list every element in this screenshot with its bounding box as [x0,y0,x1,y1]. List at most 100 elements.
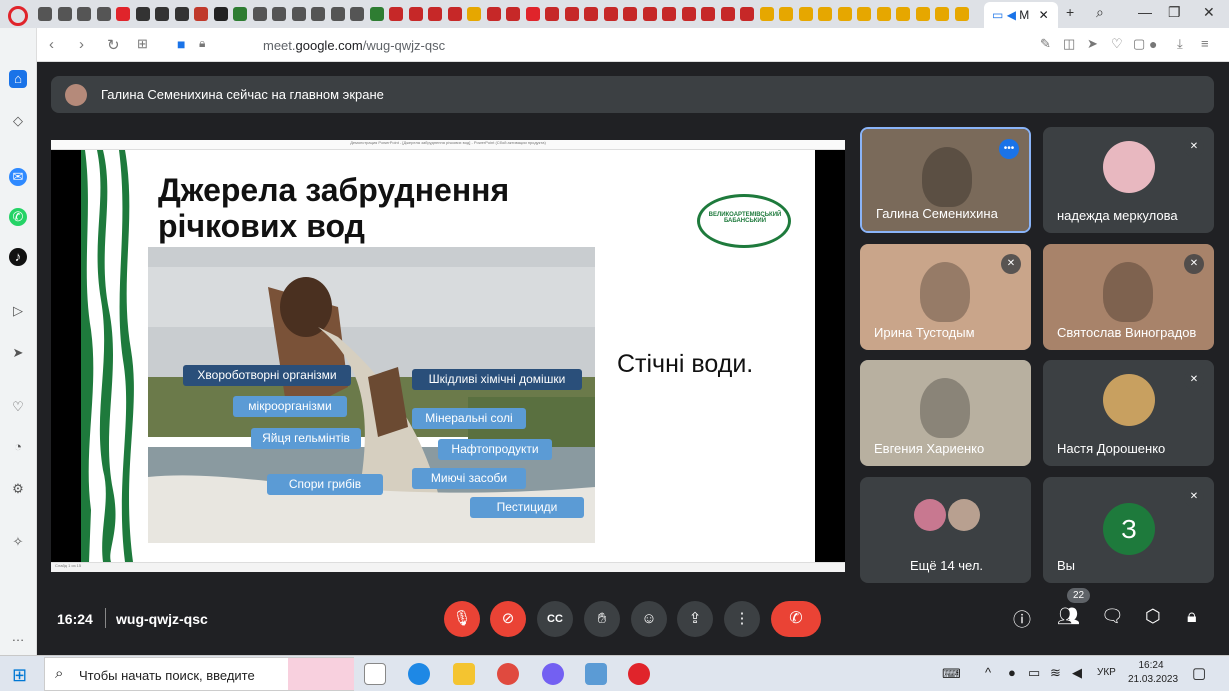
pinned-tab-icon[interactable] [740,7,754,21]
more-options-button[interactable]: ⋮ [724,601,760,637]
tips-icon[interactable]: ✧ [9,533,27,551]
camera-off-button[interactable]: ⊘ [490,601,526,637]
participant-tile[interactable]: Галина Семенихина ••• [860,127,1031,233]
people-icon[interactable]: 👥︎ [1057,606,1080,627]
messenger-icon[interactable]: ✉ [9,168,27,186]
notifications-icon[interactable]: ▢ [1192,664,1206,682]
participant-tile[interactable]: З Вы ✕ [1043,477,1214,583]
whatsapp-icon[interactable]: ✆ [9,208,27,226]
app-icon[interactable] [585,663,607,685]
tray-mic-icon[interactable]: ● [1008,665,1016,680]
camera-icon[interactable]: ■ [177,36,185,52]
favorites-icon[interactable]: ♡ [9,398,27,416]
close-tab-icon[interactable]: ✕ [1039,8,1049,22]
captions-button[interactable]: CC [537,601,573,637]
volume-icon[interactable]: ◀ [1072,665,1082,681]
forward-icon[interactable]: › [79,36,84,53]
pinned-tab-icon[interactable] [38,7,52,21]
pinned-tab-icon[interactable] [525,7,540,21]
mic-off-button[interactable]: 🎙︎ [444,601,480,637]
raise-hand-button[interactable]: ✋︎ [584,601,620,637]
pinned-tab-icon[interactable] [701,7,715,21]
pinned-tab-icon[interactable] [330,7,345,21]
pinned-tab-icon[interactable] [837,7,852,21]
tiktok-icon[interactable]: ♪ [9,248,27,266]
pinned-tab-icon[interactable] [720,7,735,21]
pinned-tab-icon[interactable] [564,7,579,21]
wifi-icon[interactable]: ≋ [1050,665,1061,681]
info-icon[interactable]: ⓘ [1013,606,1031,632]
pinned-tab-icon[interactable] [915,7,930,21]
search-tabs-icon[interactable]: ⌕ [1096,4,1104,21]
pinned-tab-icon[interactable] [935,7,949,21]
pinned-tab-icon[interactable] [857,7,871,21]
participant-tile[interactable]: Святослав Виноградов ✕ [1043,244,1214,350]
host-controls-icon[interactable]: 🔒︎ [1187,606,1197,627]
back-icon[interactable]: ‹ [49,36,54,53]
pinned-tab-icon[interactable] [681,7,696,21]
pinned-tab-icon[interactable] [798,7,813,21]
more-icon[interactable]: … [9,628,27,646]
language-indicator[interactable]: УКР [1097,667,1116,678]
pinned-tab-icon[interactable] [369,7,384,21]
pinned-tab-icon[interactable] [447,7,462,21]
viber-icon[interactable] [542,663,564,685]
send-sidebar-icon[interactable]: ➤ [9,344,27,362]
file-explorer-icon[interactable] [453,663,475,685]
pinned-tab-icon[interactable] [818,7,832,21]
new-tab-icon[interactable]: + [1066,4,1074,20]
pinned-tab-icon[interactable] [467,7,481,21]
keyboard-icon[interactable]: ⌨ [942,666,961,682]
player-icon[interactable]: ▷ [9,302,27,320]
pinned-tab-icon[interactable] [545,7,559,21]
account-icon[interactable]: ● [1149,36,1157,52]
pinned-tab-icon[interactable] [603,7,618,21]
pinned-tab-icon[interactable] [350,7,364,21]
taskbar-search[interactable]: ⌕ Чтобы начать поиск, введите [44,657,354,691]
pinned-tab-icon[interactable] [77,7,91,21]
pinned-tab-icon[interactable] [779,7,793,21]
opera-taskbar-icon[interactable] [628,663,650,685]
tray-chevron-icon[interactable]: ^ [985,665,991,680]
pinned-tab-icon[interactable] [896,7,910,21]
pinned-tab-icon[interactable] [311,7,325,21]
edit-icon[interactable]: ✎ [1040,36,1051,52]
snapshot-icon[interactable]: ◫ [1063,36,1075,52]
pinned-tab-icon[interactable] [194,7,208,21]
pinned-tab-icon[interactable] [96,7,111,21]
pinned-tab-icon[interactable] [954,7,969,21]
heart-icon[interactable]: ♡ [1111,36,1123,52]
pinned-tab-icon[interactable] [486,7,501,21]
pinned-tab-icon[interactable] [213,7,228,21]
edge-icon[interactable] [408,663,430,685]
menu-icon[interactable]: ≡ [1201,36,1209,51]
pinned-tab-icon[interactable] [116,7,130,21]
pinned-tab-icon[interactable] [506,7,520,21]
reactions-button[interactable]: ☺ [631,601,667,637]
chat-icon[interactable]: 🗨︎ [1101,606,1124,627]
settings-icon[interactable]: ⚙ [9,480,27,498]
activities-icon[interactable]: ⬡ [1145,606,1161,627]
pinned-tab-icon[interactable] [642,7,657,21]
minimize-icon[interactable]: — [1138,4,1152,20]
participant-tile[interactable]: Ещё 14 чел. [860,477,1031,583]
opera-logo-icon[interactable] [8,6,28,26]
download-icon[interactable]: ⤓ [1177,36,1183,52]
tray-clock[interactable]: 16:24 21.03.2023 [1128,659,1178,687]
pinned-tab-icon[interactable] [252,7,267,21]
windows-start-icon[interactable]: ⊞ [12,665,27,686]
active-tab[interactable]: ▭ ◀ M ✕ [984,2,1058,28]
home-icon[interactable]: ⌂ [9,70,27,88]
pinned-tab-icon[interactable] [584,7,598,21]
bookmark-icon[interactable]: ▢ [1133,36,1145,52]
pinned-tab-icon[interactable] [272,7,286,21]
pinned-tab-icon[interactable] [623,7,637,21]
pinned-tab-icon[interactable] [135,7,150,21]
send-icon[interactable]: ➤ [1087,36,1098,52]
tabs-grid-icon[interactable]: ⊞ [137,36,148,52]
pinned-tab-icon[interactable] [291,7,306,21]
participant-tile[interactable]: Ирина Тустодым ✕ [860,244,1031,350]
pinned-tab-icon[interactable] [155,7,169,21]
task-view-icon[interactable] [364,663,386,685]
pinned-tab-icon[interactable] [428,7,442,21]
